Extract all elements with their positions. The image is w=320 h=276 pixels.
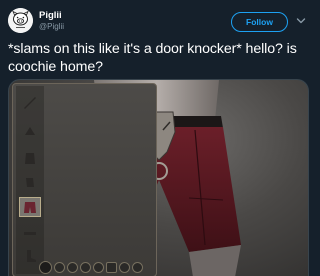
hands-icon[interactable] (19, 172, 41, 192)
brush-icon[interactable] (39, 260, 52, 274)
dye-icon[interactable] (54, 261, 65, 273)
pig-avatar-icon (8, 8, 33, 33)
user-handle[interactable]: @Piglii (39, 22, 64, 31)
feet-icon[interactable] (19, 246, 41, 266)
tweet-image[interactable] (8, 79, 309, 276)
lock-icon[interactable] (80, 261, 91, 273)
close-icon[interactable] (132, 261, 143, 273)
glamour-toolbar (39, 260, 151, 274)
display-name[interactable]: Piglii (39, 10, 62, 21)
legs-icon[interactable] (19, 197, 41, 217)
weapon-icon[interactable] (19, 92, 41, 112)
chevron-down-icon[interactable] (295, 15, 307, 27)
body-icon[interactable] (19, 148, 41, 168)
head-icon[interactable] (19, 122, 41, 142)
avatar[interactable] (8, 8, 33, 33)
outfit-icon[interactable] (93, 261, 104, 273)
waist-icon[interactable] (19, 223, 41, 243)
follow-button[interactable]: Follow (231, 12, 288, 32)
settings-icon[interactable] (106, 261, 117, 273)
tweet-text: *slams on this like it's a door knocker*… (8, 41, 297, 75)
glamour-icon[interactable] (119, 261, 130, 273)
refresh-icon[interactable] (67, 261, 78, 273)
gear-slot-panel (12, 83, 157, 276)
gear-slot-bar (16, 86, 44, 274)
